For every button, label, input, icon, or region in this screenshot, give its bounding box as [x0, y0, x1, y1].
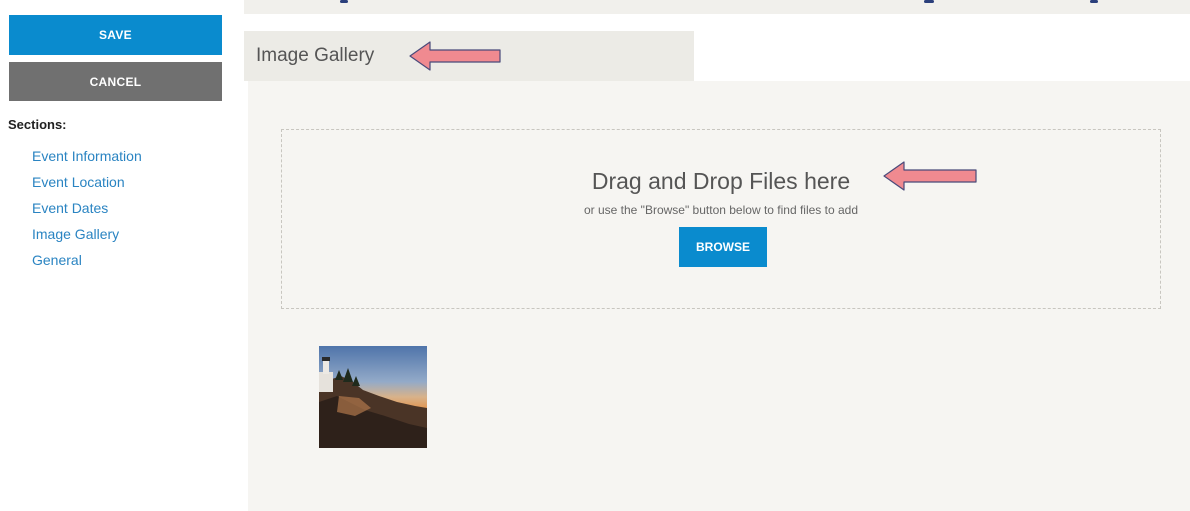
top-strip — [244, 0, 1190, 14]
gallery-thumbnail[interactable] — [319, 346, 427, 448]
sidebar-item-event-dates[interactable]: Event Dates — [32, 198, 142, 224]
file-dropzone[interactable]: Drag and Drop Files here or use the "Bro… — [281, 129, 1161, 309]
sections-heading: Sections: — [8, 117, 67, 132]
browse-button[interactable]: BROWSE — [679, 227, 767, 267]
sidebar-item-event-information[interactable]: Event Information — [32, 146, 142, 172]
tab-title: Image Gallery — [256, 45, 375, 66]
top-strip-mark — [340, 0, 348, 3]
dropzone-title: Drag and Drop Files here — [591, 168, 851, 194]
annotation-arrow-icon — [883, 161, 977, 191]
sidebar-item-image-gallery[interactable]: Image Gallery — [32, 224, 142, 250]
sections-nav: Event Information Event Location Event D… — [32, 146, 142, 276]
save-button[interactable]: SAVE — [9, 15, 222, 55]
sidebar-item-general[interactable]: General — [32, 250, 142, 276]
sidebar-item-event-location[interactable]: Event Location — [32, 172, 142, 198]
lighthouse-photo-icon — [319, 346, 427, 448]
top-strip-mark — [924, 0, 934, 3]
dropzone-instructions: or use the "Browse" button below to find… — [583, 203, 858, 217]
cancel-button[interactable]: CANCEL — [9, 62, 222, 101]
top-strip-mark — [1090, 0, 1098, 3]
annotation-arrow-icon — [409, 41, 501, 71]
sidebar: SAVE CANCEL Sections: Event Information … — [0, 0, 240, 511]
